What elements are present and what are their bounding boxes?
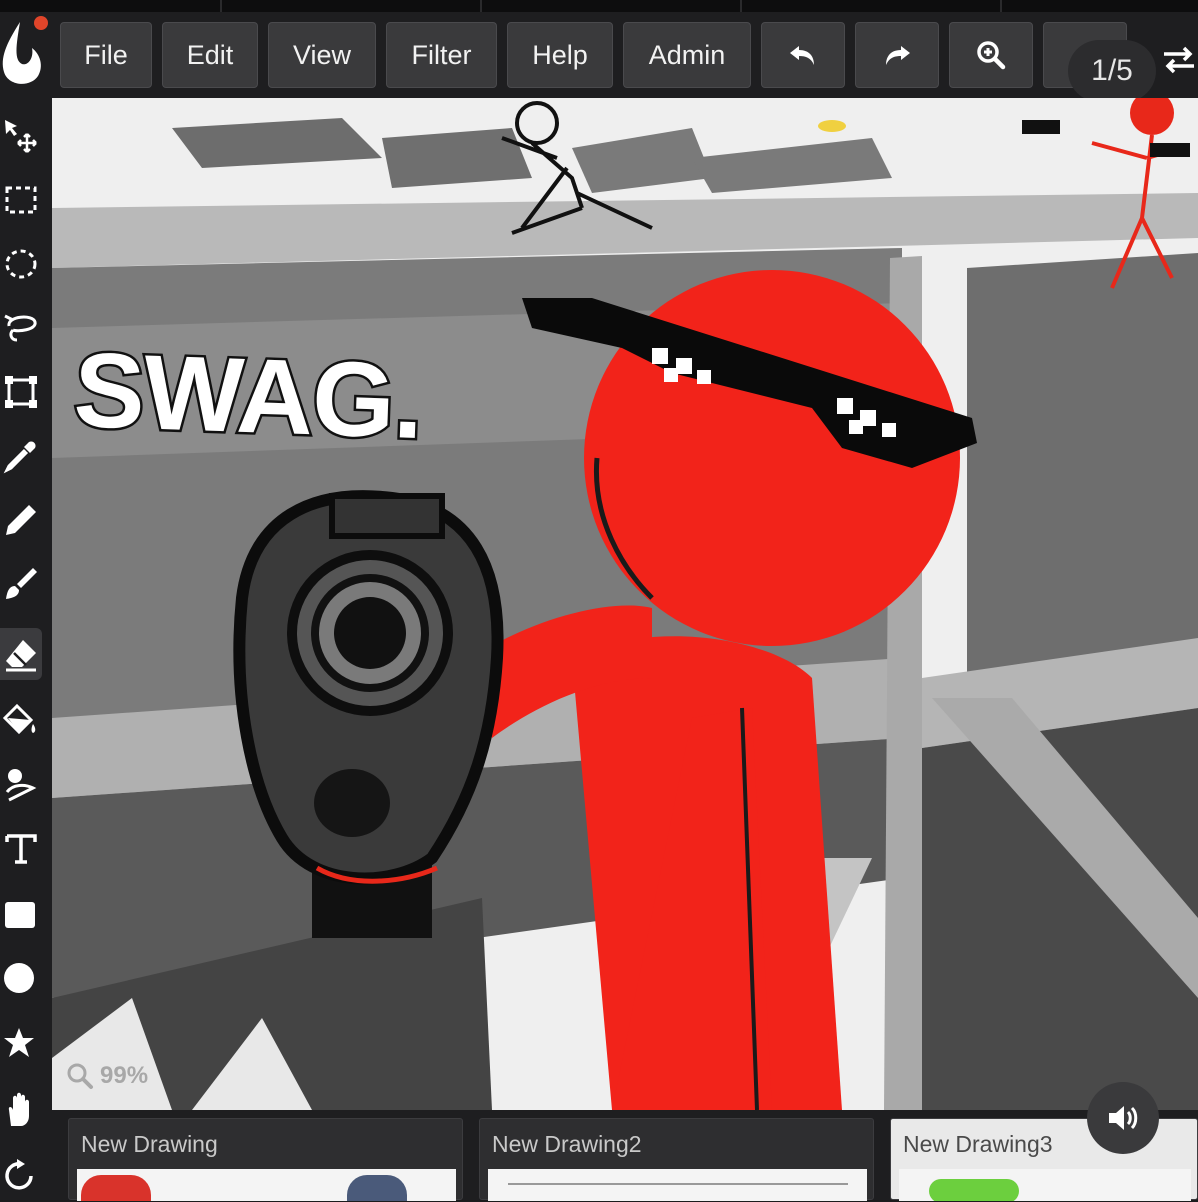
- notification-dot: [34, 16, 48, 30]
- rect-select-icon: [5, 186, 37, 214]
- text-icon: [5, 834, 37, 864]
- rotate-icon: [5, 1159, 33, 1190]
- transform-tool[interactable]: [0, 366, 42, 418]
- drawing-card-label: New Drawing3: [903, 1131, 1053, 1157]
- undo-icon: [790, 46, 814, 65]
- drawing-canvas[interactable]: SWAG.: [52, 98, 1198, 1110]
- eraser-tool[interactable]: [0, 628, 42, 680]
- ellipse-select-tool[interactable]: [0, 238, 42, 290]
- zoom-in-icon: [977, 41, 1006, 70]
- drawing-tabs-bar: New Drawing New Drawing2 New Drawing3: [52, 1110, 1198, 1201]
- hand-tool[interactable]: [0, 1084, 42, 1136]
- star-tool[interactable]: [0, 1018, 42, 1070]
- drawing-card-1[interactable]: New Drawing: [68, 1118, 463, 1201]
- redo-button[interactable]: [855, 22, 939, 88]
- menu-help[interactable]: Help: [507, 22, 613, 88]
- zoom-in-button[interactable]: [949, 22, 1033, 88]
- volume-button[interactable]: [1087, 1082, 1159, 1154]
- move-icon: [5, 120, 37, 153]
- menu-filter[interactable]: Filter: [386, 22, 497, 88]
- zoom-level[interactable]: 99%: [66, 1062, 148, 1090]
- pencil-icon: [6, 505, 36, 535]
- transform-icon: [5, 376, 37, 408]
- eyedropper-tool[interactable]: [0, 430, 42, 482]
- magnifier-icon: [67, 1063, 93, 1089]
- speaker-icon: [1109, 1106, 1138, 1130]
- menu-file[interactable]: File: [60, 22, 152, 88]
- swap-icon: [1164, 46, 1194, 74]
- ellipse-tool[interactable]: [0, 952, 42, 1004]
- menu-edit[interactable]: Edit: [162, 22, 258, 88]
- rotate-tool[interactable]: [0, 1150, 42, 1202]
- smudge-icon: [5, 769, 37, 802]
- brush-icon: [6, 568, 37, 599]
- brush-tool[interactable]: [0, 558, 42, 610]
- lasso-tool[interactable]: [0, 302, 42, 354]
- paint-bucket-icon: [3, 703, 36, 735]
- eyedropper-icon: [3, 441, 36, 474]
- pencil-tool[interactable]: [0, 494, 42, 546]
- menu-view[interactable]: View: [268, 22, 376, 88]
- rectangle-tool[interactable]: [0, 888, 42, 940]
- hand-icon: [8, 1092, 29, 1126]
- menu-admin[interactable]: Admin: [623, 22, 751, 88]
- drawing-thumbnail: [899, 1169, 1191, 1201]
- app-logo[interactable]: [0, 14, 54, 94]
- smudge-tool[interactable]: [0, 758, 42, 810]
- rectangle-icon: [5, 902, 35, 928]
- top-strip: [0, 0, 1198, 12]
- zoom-value: 99%: [100, 1062, 149, 1089]
- swag-caption: SWAG.: [70, 328, 427, 463]
- eraser-icon: [6, 640, 36, 672]
- move-tool[interactable]: [0, 110, 42, 162]
- drawing-thumbnail: [488, 1169, 867, 1201]
- swap-button[interactable]: [1160, 40, 1198, 80]
- drawing-card-2[interactable]: New Drawing2: [479, 1118, 874, 1201]
- redo-icon: [886, 46, 910, 65]
- drawing-artwork: [52, 98, 1198, 1110]
- lasso-icon: [4, 314, 37, 342]
- fill-tool[interactable]: [0, 694, 42, 746]
- circle-icon: [4, 963, 34, 993]
- undo-button[interactable]: [761, 22, 845, 88]
- drawing-thumbnail: [77, 1169, 456, 1201]
- page-indicator: 1/5: [1068, 40, 1156, 102]
- rect-select-tool[interactable]: [0, 174, 42, 226]
- text-tool[interactable]: [0, 822, 42, 874]
- drawing-card-label: New Drawing: [81, 1131, 218, 1157]
- star-icon: [4, 1028, 34, 1057]
- drawing-card-label: New Drawing2: [492, 1131, 642, 1157]
- ellipse-select-icon: [5, 249, 37, 279]
